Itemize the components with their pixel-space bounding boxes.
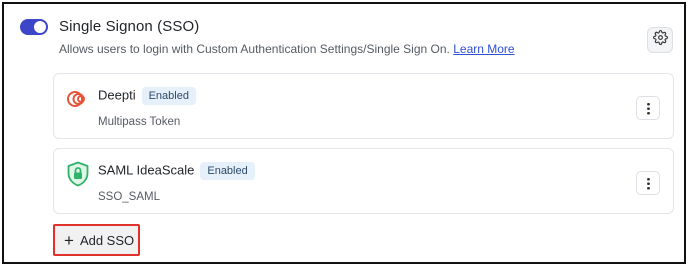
multipass-logo-icon <box>66 87 90 111</box>
sso-type: Multipass Token <box>98 116 181 128</box>
toggle-knob <box>34 21 46 33</box>
description-text: Allows users to login with Custom Authen… <box>59 42 450 56</box>
add-sso-label: Add SSO <box>79 232 135 248</box>
section-title: Single Signon (SSO) <box>59 18 200 35</box>
sso-name: SAML IdeaScale Enabled <box>98 162 255 180</box>
kebab-icon <box>646 101 650 115</box>
sso-type: SSO_SAML <box>98 191 160 203</box>
sso-toggle[interactable] <box>20 19 48 35</box>
sso-card-saml-ideascale: SAML IdeaScale Enabled SSO_SAML <box>53 148 674 214</box>
kebab-icon <box>646 176 650 190</box>
sso-name: Deepti Enabled <box>98 87 196 105</box>
more-options-button[interactable] <box>636 171 660 195</box>
sso-settings-panel: Single Signon (SSO) Allows users to logi… <box>2 2 686 264</box>
more-options-button[interactable] <box>636 96 660 120</box>
sso-card-deepti: Deepti Enabled Multipass Token <box>53 73 674 139</box>
plus-icon: + <box>64 230 74 250</box>
sso-name-text: Deepti <box>98 87 136 103</box>
status-badge: Enabled <box>200 162 255 180</box>
section-description: Allows users to login with Custom Authen… <box>59 42 515 56</box>
gear-icon <box>652 30 668 50</box>
sso-name-text: SAML IdeaScale <box>98 162 195 178</box>
learn-more-link[interactable]: Learn More <box>453 42 514 56</box>
status-badge: Enabled <box>141 87 196 105</box>
shield-lock-icon <box>66 161 90 187</box>
settings-button[interactable] <box>647 27 673 53</box>
add-sso-button[interactable]: + Add SSO <box>53 224 140 256</box>
